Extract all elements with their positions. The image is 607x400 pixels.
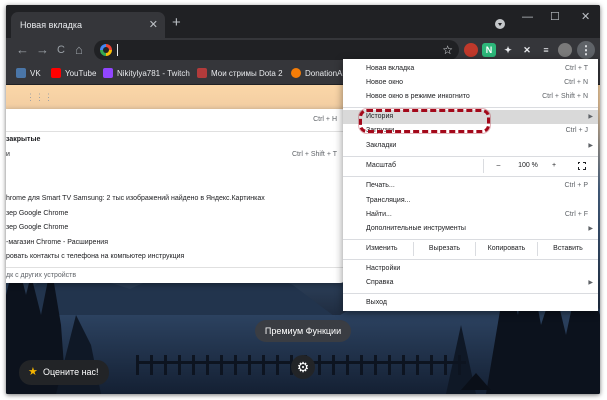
- puzzle-icon[interactable]: ✦: [501, 43, 515, 57]
- menu-new-window[interactable]: Новое окно Ctrl + N: [343, 76, 598, 90]
- menu-zoom: Масштаб – 100 % +: [343, 159, 598, 173]
- text-cursor: [117, 44, 118, 56]
- chevron-right-icon: ▶: [588, 114, 593, 120]
- zoom-in-button[interactable]: +: [543, 159, 565, 173]
- avatar[interactable]: [558, 43, 572, 57]
- divider: [343, 176, 598, 177]
- menu-more-tools[interactable]: Дополнительные инструменты ▶: [343, 222, 598, 236]
- history-entry[interactable]: -магазин Chrome - Расширения: [6, 236, 346, 250]
- divider: [6, 131, 346, 132]
- reopen-window-item[interactable]: и Ctrl + Shift + T: [6, 148, 346, 162]
- chevron-right-icon: ▶: [588, 226, 593, 232]
- extension-red-icon[interactable]: [464, 43, 478, 57]
- title-bar: Новая вкладка ✕ + — ☐ ✕: [6, 5, 600, 39]
- history-entry[interactable]: hrome для Smart TV Samsung: 2 тыс изобра…: [6, 192, 346, 206]
- browser-window: Новая вкладка ✕ + — ☐ ✕ ← → C ⌂ ☆ N ✦ ✕ …: [6, 5, 600, 394]
- tab-title: Новая вкладка: [20, 20, 83, 30]
- menu-exit[interactable]: Выход: [343, 296, 598, 310]
- premium-features-button[interactable]: Премиум Функции: [255, 320, 351, 342]
- divider: [6, 267, 346, 268]
- other-devices-item[interactable]: дк с других устройств: [6, 269, 346, 283]
- bookmark-vk[interactable]: VK: [16, 63, 41, 85]
- bookmark-youtube[interactable]: YouTube: [51, 63, 96, 85]
- divider: [343, 239, 598, 240]
- divider: [343, 156, 598, 157]
- chrome-main-menu: Новая вкладка Ctrl + T Новое окно Ctrl +…: [343, 59, 598, 311]
- history-item[interactable]: Ctrl + H: [6, 113, 346, 127]
- menu-edit: Изменить Вырезать Копировать Вставить: [343, 242, 598, 256]
- bookmark-dota[interactable]: Мои стримы Dota 2: [197, 63, 283, 85]
- donationalerts-icon: [291, 67, 301, 78]
- menu-settings[interactable]: Настройки: [343, 262, 598, 276]
- reading-list-icon[interactable]: ≡: [539, 43, 553, 57]
- google-icon: [100, 44, 112, 56]
- dota-icon: [197, 67, 207, 78]
- bookmark-donationalerts[interactable]: DonationAl: [291, 63, 344, 85]
- star-icon: ★: [28, 366, 38, 378]
- chevron-right-icon: ▶: [588, 280, 593, 286]
- cut-button[interactable]: Вырезать: [413, 242, 475, 256]
- chevron-right-icon: ▶: [588, 143, 593, 149]
- divider: [343, 107, 598, 108]
- reload-icon[interactable]: C: [57, 41, 65, 59]
- history-submenu: Ctrl + H закрытые и Ctrl + Shift + T hro…: [6, 109, 346, 283]
- minimize-button[interactable]: —: [522, 8, 533, 26]
- zoom-value: 100 %: [518, 162, 538, 169]
- fullscreen-icon[interactable]: [577, 161, 586, 170]
- maximize-button[interactable]: ☐: [550, 8, 560, 26]
- vk-icon: [16, 67, 26, 78]
- extension-n-icon[interactable]: N: [482, 43, 496, 57]
- copy-button[interactable]: Копировать: [475, 242, 537, 256]
- forward-arrow-icon[interactable]: →: [36, 41, 49, 59]
- apps-grid-icon[interactable]: ⋮⋮⋮: [26, 92, 53, 103]
- new-tab-button[interactable]: +: [172, 13, 181, 33]
- close-window-button[interactable]: ✕: [581, 8, 590, 26]
- tab-new-tab[interactable]: Новая вкладка ✕: [11, 12, 165, 39]
- bookmark-twitch[interactable]: Nikitylya781 - Twitch: [103, 63, 190, 85]
- tab-search-icon[interactable]: [495, 19, 505, 29]
- menu-incognito[interactable]: Новое окно в режиме инкогнито Ctrl + Shi…: [343, 90, 598, 104]
- menu-find[interactable]: Найти... Ctrl + F: [343, 208, 598, 222]
- menu-help[interactable]: Справка ▶: [343, 276, 598, 290]
- divider: [343, 293, 598, 294]
- history-entry[interactable]: зер Google Chrome: [6, 221, 346, 235]
- settings-gear-icon[interactable]: ⚙: [291, 355, 315, 379]
- address-bar[interactable]: ☆: [94, 40, 459, 60]
- divider: [343, 259, 598, 260]
- reopen-shortcut: Ctrl + Shift + T: [292, 151, 337, 158]
- twitch-icon: [103, 67, 113, 78]
- pin-icon[interactable]: ✕: [520, 43, 534, 57]
- back-arrow-icon[interactable]: ←: [16, 41, 29, 59]
- rate-us-label: Оцените нас!: [43, 367, 99, 377]
- rate-us-button[interactable]: ★ Оцените нас!: [19, 360, 109, 385]
- history-entry[interactable]: зер Google Chrome: [6, 207, 346, 221]
- tab-close-icon[interactable]: ✕: [149, 12, 158, 39]
- history-highlight-annotation: [359, 109, 490, 133]
- zoom-out-button[interactable]: –: [483, 159, 513, 173]
- recently-closed-header: закрытые: [6, 136, 41, 143]
- menu-cast[interactable]: Трансляция...: [343, 194, 598, 208]
- home-icon[interactable]: ⌂: [75, 41, 83, 59]
- chrome-menu-button[interactable]: ⋮: [577, 41, 595, 59]
- menu-print[interactable]: Печать... Ctrl + P: [343, 179, 598, 193]
- menu-bookmarks[interactable]: Закладки ▶: [343, 139, 598, 153]
- menu-new-tab[interactable]: Новая вкладка Ctrl + T: [343, 62, 598, 76]
- paste-button[interactable]: Вставить: [537, 242, 598, 256]
- youtube-icon: [51, 67, 61, 78]
- history-shortcut: Ctrl + H: [313, 116, 337, 123]
- bookmark-star-icon[interactable]: ☆: [442, 41, 453, 59]
- history-entry[interactable]: ровать контакты с телефона на компьютер …: [6, 250, 346, 264]
